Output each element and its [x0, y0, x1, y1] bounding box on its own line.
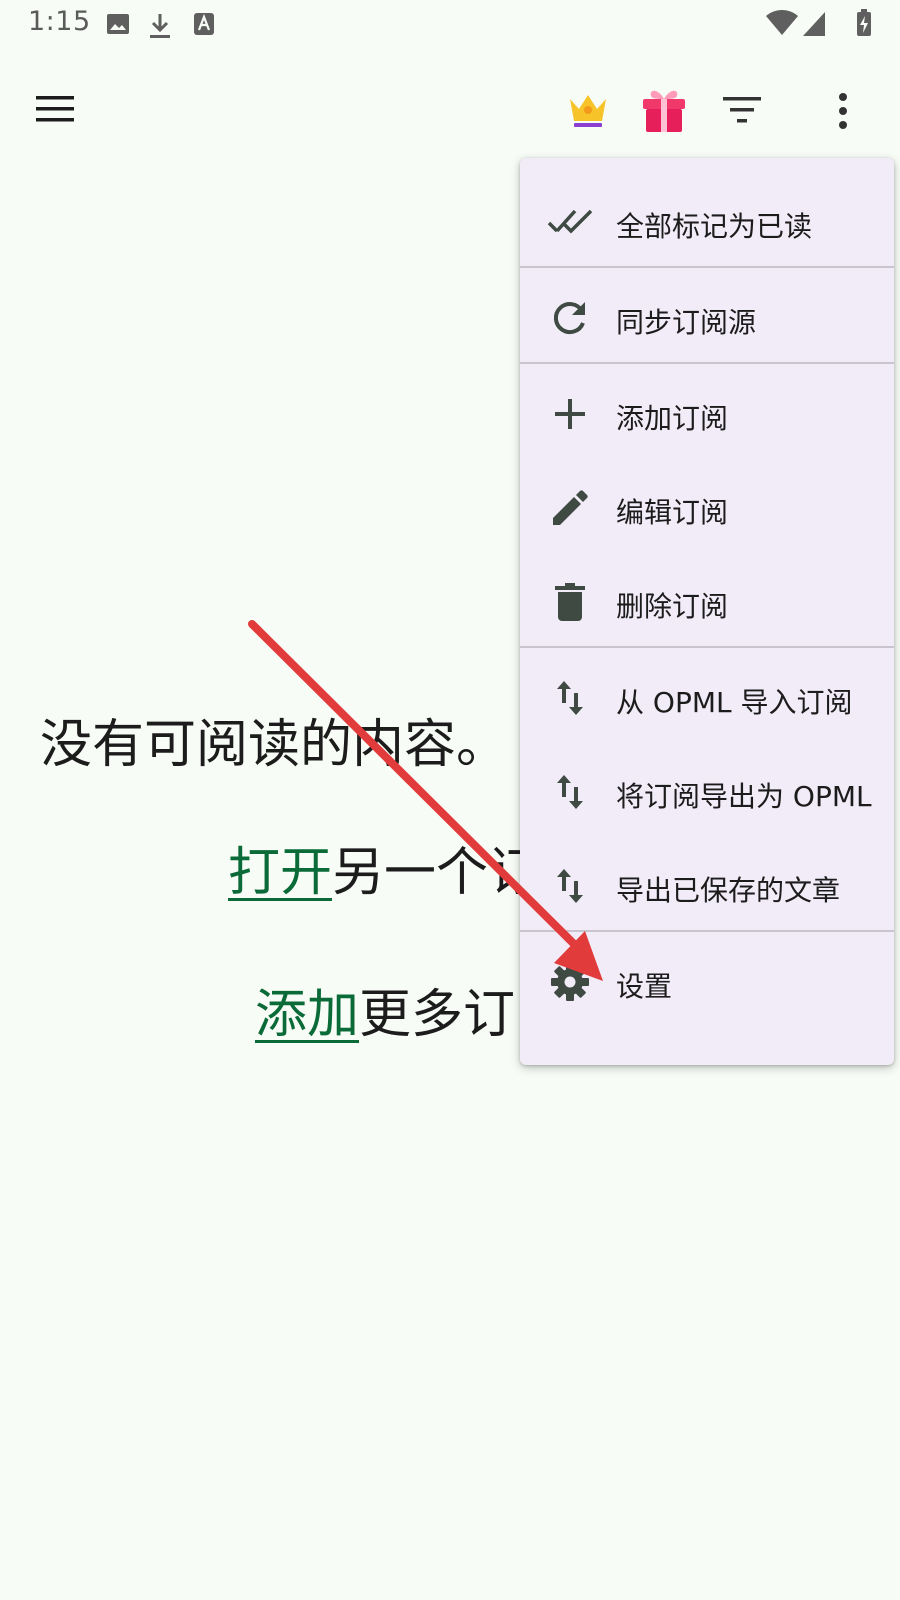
gear-icon [548, 960, 592, 1004]
menu-item-export-saved-articles[interactable]: 导出已保存的文章 [520, 838, 894, 934]
menu-item-label: 全部标记为已读 [616, 210, 813, 243]
refresh-icon [548, 296, 592, 340]
menu-item-delete-subscription[interactable]: 删除订阅 [520, 554, 894, 650]
status-bar: 1:15 [0, 0, 900, 50]
done-all-icon [548, 200, 592, 244]
menu-item-label: 添加订阅 [616, 402, 729, 435]
open-line-text: 另一个订 [332, 843, 541, 903]
empty-state-add-line: 添加更多订 [255, 972, 515, 1047]
status-time: 1:15 [28, 6, 91, 37]
menu-item-export-opml[interactable]: 将订阅导出为 OPML [520, 744, 894, 840]
download-notification-icon [150, 14, 170, 38]
menu-item-edit-subscription[interactable]: 编辑订阅 [520, 460, 894, 556]
menu-divider [520, 266, 894, 268]
empty-state-open-line: 打开另一个订 [228, 830, 540, 905]
plus-icon [548, 392, 592, 436]
wifi-icon [766, 10, 798, 35]
menu-item-label: 删除订阅 [616, 590, 729, 623]
menu-item-label: 编辑订阅 [616, 496, 729, 529]
filter-icon [723, 97, 761, 123]
empty-state-title: 没有可阅读的内容。 [40, 715, 509, 775]
image-notification-icon [107, 14, 129, 34]
menu-item-settings[interactable]: 设置 [520, 934, 894, 1030]
menu-divider [520, 930, 894, 932]
premium-button[interactable] [564, 86, 612, 134]
pencil-icon [548, 486, 592, 530]
overflow-menu: 全部标记为已读 同步订阅源 添加订阅 编辑订阅 删除订阅 从 OPML 导入订阅… [520, 158, 894, 1065]
menu-item-label: 同步订阅源 [616, 306, 757, 339]
menu-item-label: 从 OPML 导入订阅 [616, 686, 853, 719]
menu-divider [520, 362, 894, 364]
battery-charging-icon [857, 9, 871, 36]
font-notification-icon [194, 13, 214, 35]
import-export-icon [548, 676, 592, 720]
navigation-menu-button[interactable] [30, 86, 80, 132]
import-export-icon [548, 770, 592, 814]
more-vert-icon [839, 93, 847, 129]
cell-signal-icon [803, 12, 825, 36]
crown-icon [570, 95, 606, 127]
gift-icon [643, 90, 685, 132]
hamburger-menu-icon [36, 96, 74, 122]
menu-item-label: 导出已保存的文章 [616, 874, 841, 907]
gift-button[interactable] [640, 84, 688, 136]
menu-item-label: 设置 [616, 970, 673, 1003]
trash-icon [548, 580, 592, 624]
menu-item-label: 将订阅导出为 OPML [616, 780, 872, 813]
add-line-text: 更多订 [359, 985, 516, 1045]
add-link[interactable]: 添加 [255, 985, 359, 1045]
open-link[interactable]: 打开 [228, 843, 332, 903]
import-export-icon [548, 864, 592, 908]
menu-divider [520, 646, 894, 648]
filter-button[interactable] [718, 90, 766, 130]
more-options-button[interactable] [828, 86, 858, 136]
menu-item-mark-all-read[interactable]: 全部标记为已读 [520, 174, 894, 270]
menu-item-import-opml[interactable]: 从 OPML 导入订阅 [520, 650, 894, 746]
menu-item-add-subscription[interactable]: 添加订阅 [520, 366, 894, 462]
app-bar [0, 70, 900, 150]
menu-item-sync-feeds[interactable]: 同步订阅源 [520, 270, 894, 366]
